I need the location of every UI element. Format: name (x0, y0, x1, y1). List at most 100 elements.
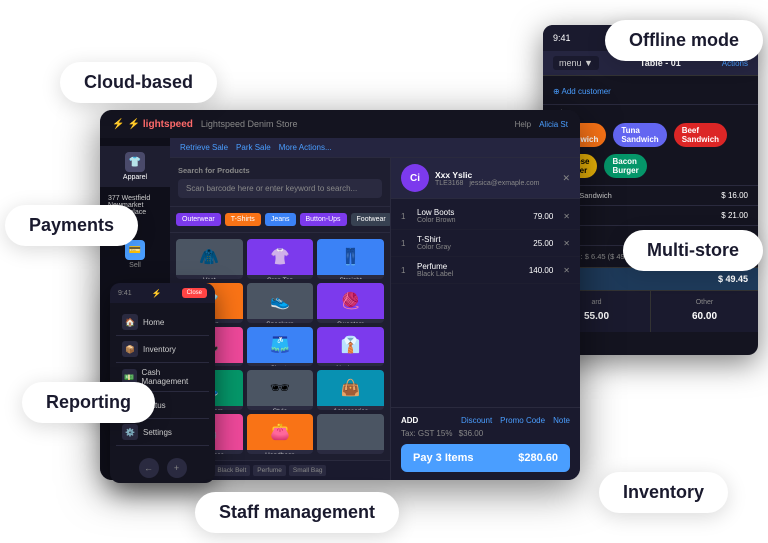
cart-item-tshirt: 1 T-Shirt Color Gray 25.00 ✕ (391, 230, 580, 257)
tuna-sandwich-tab[interactable]: TunaSandwich (613, 123, 666, 147)
settings-menu-icon: ⚙️ (122, 424, 138, 440)
product-vest[interactable]: 🧥 Vest (176, 239, 243, 279)
mobile-menu-home[interactable]: 🏠 Home (116, 309, 209, 336)
pos-header-left: ⚡ lightspeed Lightspeed Denim Store (112, 119, 297, 130)
add-customer-bar: ⊕ Add customer (543, 76, 758, 105)
user-avatar-text: Alicia St (539, 120, 568, 129)
tshirt-delete-btn[interactable]: ✕ (563, 239, 570, 248)
park-sale-btn[interactable]: Park Sale (236, 143, 271, 152)
sub-black-belt[interactable]: Black Belt (213, 465, 250, 476)
product-crop-top[interactable]: 👚 Crop Top (247, 239, 314, 279)
perfume-details: Perfume Black Label (417, 262, 523, 278)
tax-row: Tax: GST 15% $36.00 (401, 429, 570, 438)
beef-sandwich-tab[interactable]: BeefSandwich (674, 123, 727, 147)
boots-qty: 1 (401, 212, 411, 221)
food-tab-list: HamSandwich TunaSandwich BeefSandwich Ch… (551, 121, 750, 180)
home-menu-icon: 🏠 (122, 314, 138, 330)
promo-code-link[interactable]: Promo Code (500, 416, 545, 425)
inventory-menu-label: Inventory (143, 345, 176, 354)
perfume-variant: Black Label (417, 271, 523, 278)
help-link[interactable]: Help (515, 120, 531, 129)
callout-reporting: Reporting (22, 382, 155, 423)
pos-logo: ⚡ lightspeed (112, 119, 193, 130)
sneakers1-image: 👟 (247, 283, 314, 319)
callout-staff-management: Staff management (195, 492, 399, 533)
pos-header: ⚡ lightspeed Lightspeed Denim Store Help… (100, 110, 580, 138)
product-sweaters[interactable]: 🧶 Sweaters (317, 283, 384, 323)
mains-label: Mains (551, 110, 750, 117)
mobile-add-btn[interactable]: + (167, 458, 187, 478)
cash-menu-label: Cash Management (142, 368, 203, 386)
customer-email: jessica@exmaple.com (469, 180, 539, 187)
pos-store-name: Lightspeed Denim Store (201, 119, 298, 129)
tshirt-variant: Color Gray (417, 244, 527, 251)
more-actions-btn[interactable]: More Actions... (279, 143, 332, 152)
pay-items-count: 3 Items (436, 452, 474, 464)
sweaters-image: 🧶 (317, 283, 384, 319)
handbags-name: Handbags (247, 450, 314, 454)
settings-menu-label: Settings (143, 428, 172, 437)
bacon-burger-tab[interactable]: BaconBurger (604, 154, 646, 178)
search-title: Search for Products (178, 166, 382, 175)
inventory-menu-icon: 📦 (122, 341, 138, 357)
mobile-menu-content: 🏠 Home 📦 Inventory 💵 Cash Management ⭐ S… (110, 303, 215, 452)
sub-small-bag[interactable]: Small Bag (289, 465, 327, 476)
other-amount: 60.00 (692, 311, 717, 322)
customer-id: TLE3168 (435, 180, 463, 187)
boots-delete-btn[interactable]: ✕ (563, 212, 570, 221)
cat-footwear[interactable]: Footwear (351, 213, 390, 226)
boots-variant: Color Brown (417, 217, 527, 224)
total-amount: $ 49.45 (718, 274, 748, 284)
perfume-qty: 1 (401, 266, 411, 275)
pos-header-right: Help Alicia St (515, 120, 568, 129)
product-accessories[interactable]: 👜 Accessories (317, 370, 384, 410)
cart-close-btn[interactable]: ✕ (562, 173, 570, 184)
add-customer-button[interactable]: ⊕ Add customer (553, 87, 611, 96)
cart-item-perfume: 1 Perfume Black Label 140.00 ✕ (391, 257, 580, 284)
perfume-delete-btn[interactable]: ✕ (563, 266, 570, 275)
discount-link[interactable]: Discount (461, 416, 492, 425)
mobile-close-btn[interactable]: Close (182, 288, 207, 298)
sidebar-apparel[interactable]: 👕 Apparel (100, 146, 170, 187)
mobile-nav-row: ← + (110, 452, 215, 483)
product-handbags[interactable]: 👛 Handbags (247, 414, 314, 454)
crop-top-image: 👚 (247, 239, 314, 275)
other-payment[interactable]: Other 60.00 (651, 291, 758, 332)
style-name: Style (247, 406, 314, 410)
product-neckwear[interactable]: 👔 Neckwear (317, 327, 384, 367)
callout-offline-mode: Offline mode (605, 20, 763, 61)
cat-outerwear[interactable]: Outerwear (176, 213, 221, 226)
product-search-area: Search for Products Scan barcode here or… (170, 158, 390, 207)
product-empty (317, 414, 384, 454)
vest-name: Vest (176, 275, 243, 279)
product-shorts[interactable]: 🩳 Shorts (247, 327, 314, 367)
mobile-back-btn[interactable]: ← (139, 458, 159, 478)
mobile-menu-settings[interactable]: ⚙️ Settings (116, 419, 209, 446)
lightning-logo-icon: ⚡ (127, 119, 139, 130)
home-menu-label: Home (143, 318, 164, 327)
search-bar[interactable]: Scan barcode here or enter keyword to se… (178, 179, 382, 198)
tshirt-price: 25.00 (533, 239, 553, 248)
perfume-price: 140.00 (529, 266, 553, 275)
tshirt-name: T-Shirt (417, 235, 527, 244)
product-sneakers-1[interactable]: 👟 Sneakers (247, 283, 314, 323)
pay-button[interactable]: Pay 3 Items $280.60 (401, 444, 570, 472)
tshirt-qty: 1 (401, 239, 411, 248)
apparel-icon: 👕 (125, 152, 145, 172)
product-style[interactable]: 🕶 Style (247, 370, 314, 410)
sub-perfume[interactable]: Perfume (253, 465, 286, 476)
empty-name (317, 450, 384, 454)
sweaters-name: Sweaters (317, 319, 384, 323)
note-link[interactable]: Note (553, 416, 570, 425)
cart-customer-info: Xxx Yslic TLE3168 jessica@exmaple.com (435, 170, 556, 187)
product-straight[interactable]: 👖 Straight (317, 239, 384, 279)
cat-tshirts[interactable]: T-Shirts (225, 213, 261, 226)
cat-button-ups[interactable]: Button-Ups (300, 213, 347, 226)
card-amount: 55.00 (584, 311, 609, 322)
style-image: 🕶 (247, 370, 314, 406)
retrieve-sale-btn[interactable]: Retrieve Sale (180, 143, 228, 152)
mobile-menu-inventory[interactable]: 📦 Inventory (116, 336, 209, 363)
menu-dropdown[interactable]: menu ▼ (553, 56, 599, 70)
straight-image: 👖 (317, 239, 384, 275)
cat-jeans[interactable]: Jeans (265, 213, 296, 226)
